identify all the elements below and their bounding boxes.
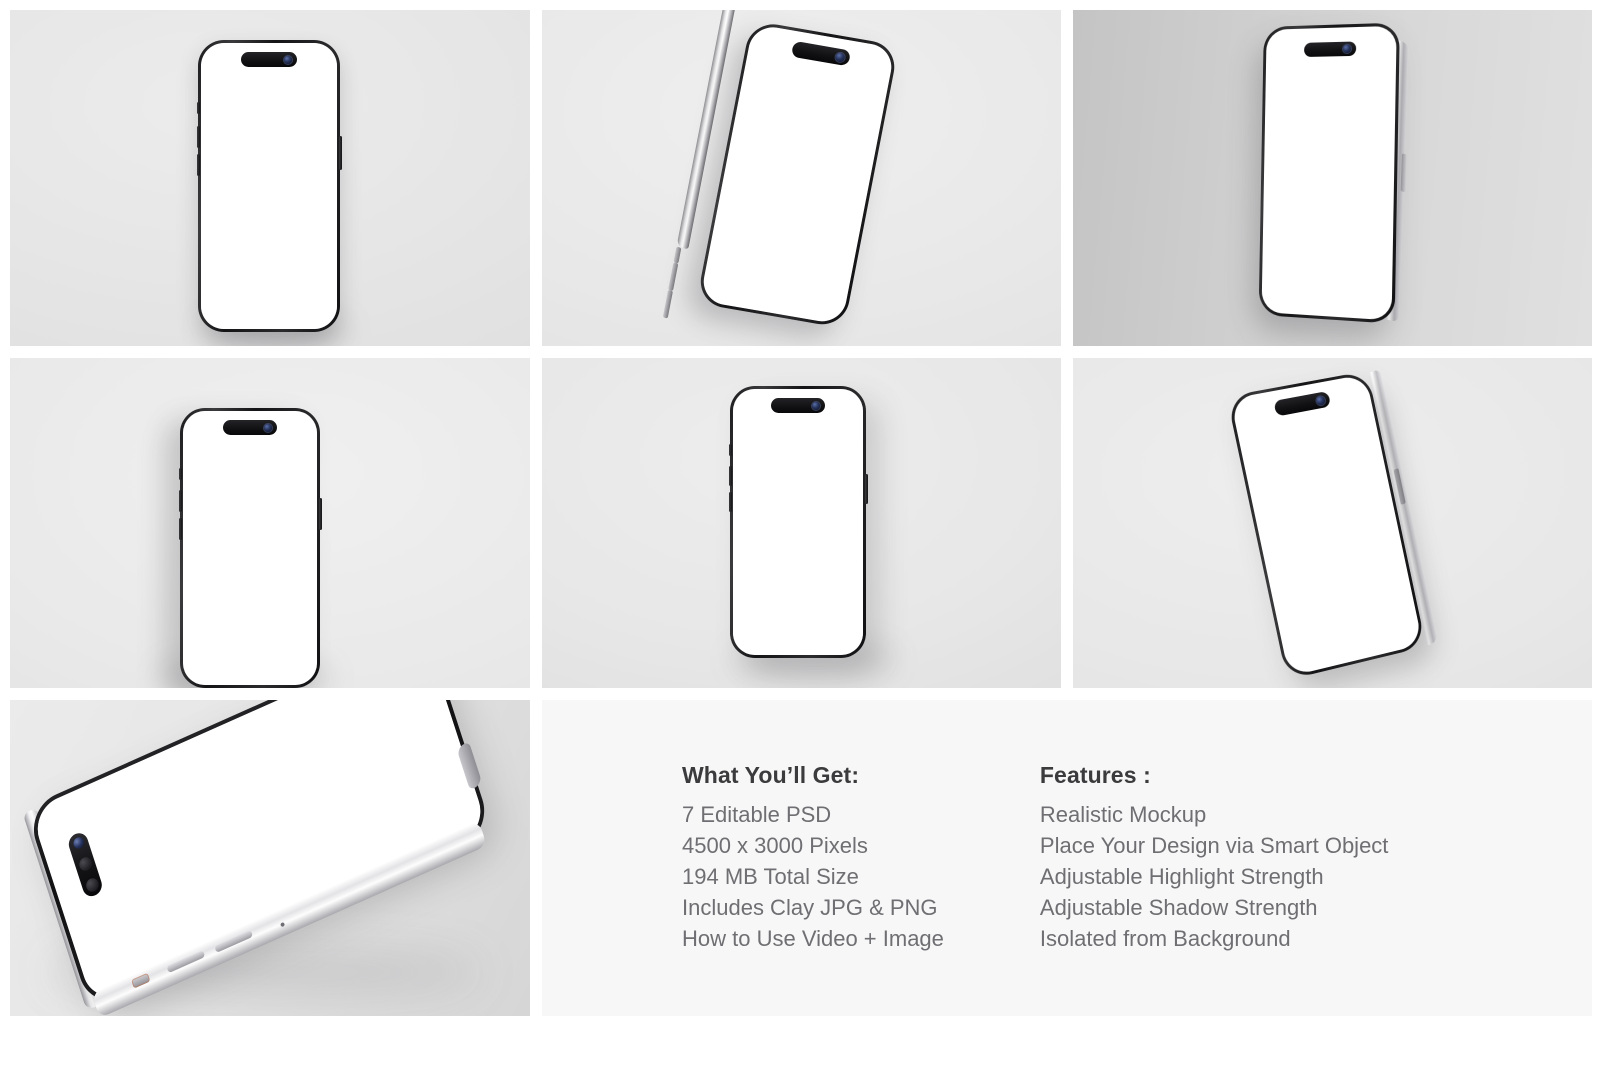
- mockup-cell-phone-front-left-shadow[interactable]: [10, 358, 530, 688]
- mockup-cell-phone-front-centered[interactable]: [542, 358, 1061, 688]
- phone-device-front-centered[interactable]: [728, 386, 868, 658]
- phone-body-group: [1256, 22, 1409, 324]
- dynamic-island-icon: [1304, 41, 1357, 58]
- camera-module-icon: [66, 829, 105, 900]
- phone-tilt-wrapper: [1190, 358, 1505, 688]
- phone-device-tilted[interactable]: [696, 20, 899, 329]
- front-camera-icon: [1315, 395, 1326, 406]
- list-item: Adjustable Shadow Strength: [1039, 895, 1318, 920]
- phone-flat-tilt: [22, 700, 495, 1016]
- info-panel: What You’ll Get: 7 Editable PSD 4500 x 3…: [542, 700, 1592, 1016]
- volume-up-button: [196, 126, 200, 148]
- phone-device-front-straight[interactable]: [196, 40, 342, 332]
- power-button: [318, 498, 322, 530]
- power-button: [864, 474, 868, 504]
- list-item: 4500 x 3000 Pixels: [682, 833, 868, 858]
- camera-lens-icon: [71, 835, 86, 851]
- front-camera-icon: [834, 51, 846, 63]
- info-column-what-you-will-get: What You’ll Get: 7 Editable PSD 4500 x 3…: [682, 762, 944, 1016]
- list-item: Realistic Mockup: [1039, 802, 1207, 827]
- volume-down-button: [728, 492, 732, 512]
- list-item: Place Your Design via Smart Object: [1039, 833, 1389, 858]
- volume-up-button: [728, 466, 732, 486]
- front-camera-icon: [1342, 44, 1352, 54]
- phone-device-front-left-shadow[interactable]: [178, 408, 322, 688]
- mute-switch-icon: [728, 444, 732, 456]
- power-button: [338, 136, 342, 170]
- volume-up-button: [178, 490, 182, 512]
- front-camera-icon: [284, 55, 292, 64]
- what-you-will-get-heading: What You’ll Get:: [682, 762, 860, 788]
- phone-flat-wrapper: [20, 700, 520, 1016]
- list-item: How to Use Video + Image: [682, 926, 944, 951]
- mockup-gallery-grid: What You’ll Get: 7 Editable PSD 4500 x 3…: [10, 10, 1592, 1056]
- volume-down-button: [196, 154, 200, 176]
- volume-down-button: [662, 289, 673, 319]
- mockup-cell-phone-tilted-right[interactable]: [1073, 358, 1592, 688]
- dynamic-island-icon: [241, 52, 297, 67]
- list-item: Isolated from Background: [1039, 926, 1291, 951]
- mockup-cell-phone-tilted-three-quarter[interactable]: [542, 10, 1061, 346]
- camera-lens-icon: [77, 854, 93, 873]
- phone-screen: [183, 411, 317, 685]
- front-camera-icon: [264, 423, 272, 432]
- phone-screen: [699, 23, 896, 326]
- mute-switch-icon: [196, 102, 200, 114]
- dynamic-island-icon: [223, 420, 277, 435]
- power-button: [1400, 153, 1407, 193]
- what-you-will-get-list: 7 Editable PSD 4500 x 3000 Pixels 194 MB…: [682, 799, 944, 954]
- mockup-preview-page: What You’ll Get: 7 Editable PSD 4500 x 3…: [0, 0, 1600, 1066]
- dynamic-island-icon: [790, 40, 852, 67]
- info-columns: What You’ll Get: 7 Editable PSD 4500 x 3…: [542, 700, 1592, 1016]
- mute-switch-icon: [673, 246, 682, 264]
- mockup-cell-phone-perspective-right-edge[interactable]: [1073, 10, 1592, 346]
- list-item: 194 MB Total Size: [682, 864, 859, 889]
- info-column-features: Features : Realistic Mockup Place Your D…: [1040, 762, 1389, 1016]
- phone-device-perspective[interactable]: [1258, 22, 1400, 324]
- phone-device-tilted-right[interactable]: [1226, 370, 1427, 681]
- phone-screen: [733, 389, 863, 655]
- volume-up-button: [668, 262, 679, 292]
- camera-lens-icon: [84, 876, 100, 895]
- volume-down-button: [178, 518, 182, 540]
- phone-screen: [201, 43, 337, 329]
- front-camera-icon: [812, 401, 820, 410]
- dynamic-island-icon: [1273, 390, 1332, 417]
- list-item: 7 Editable PSD: [682, 802, 832, 827]
- dynamic-island-icon: [771, 398, 825, 413]
- mockup-cell-phone-front-straight[interactable]: [10, 10, 530, 346]
- features-list: Realistic Mockup Place Your Design via S…: [1040, 799, 1389, 954]
- list-item: Adjustable Highlight Strength: [1039, 864, 1324, 889]
- phone-perspective-wrapper: [1207, 10, 1498, 346]
- phone-screen: [1230, 374, 1423, 677]
- phone-tilt-wrapper: [662, 10, 951, 346]
- mute-switch-icon: [178, 468, 182, 480]
- phone-screen: [1261, 25, 1397, 321]
- list-item: Includes Clay JPG & PNG: [682, 895, 938, 920]
- features-heading: Features :: [1039, 762, 1151, 788]
- mockup-cell-phone-laid-flat[interactable]: [10, 700, 530, 1016]
